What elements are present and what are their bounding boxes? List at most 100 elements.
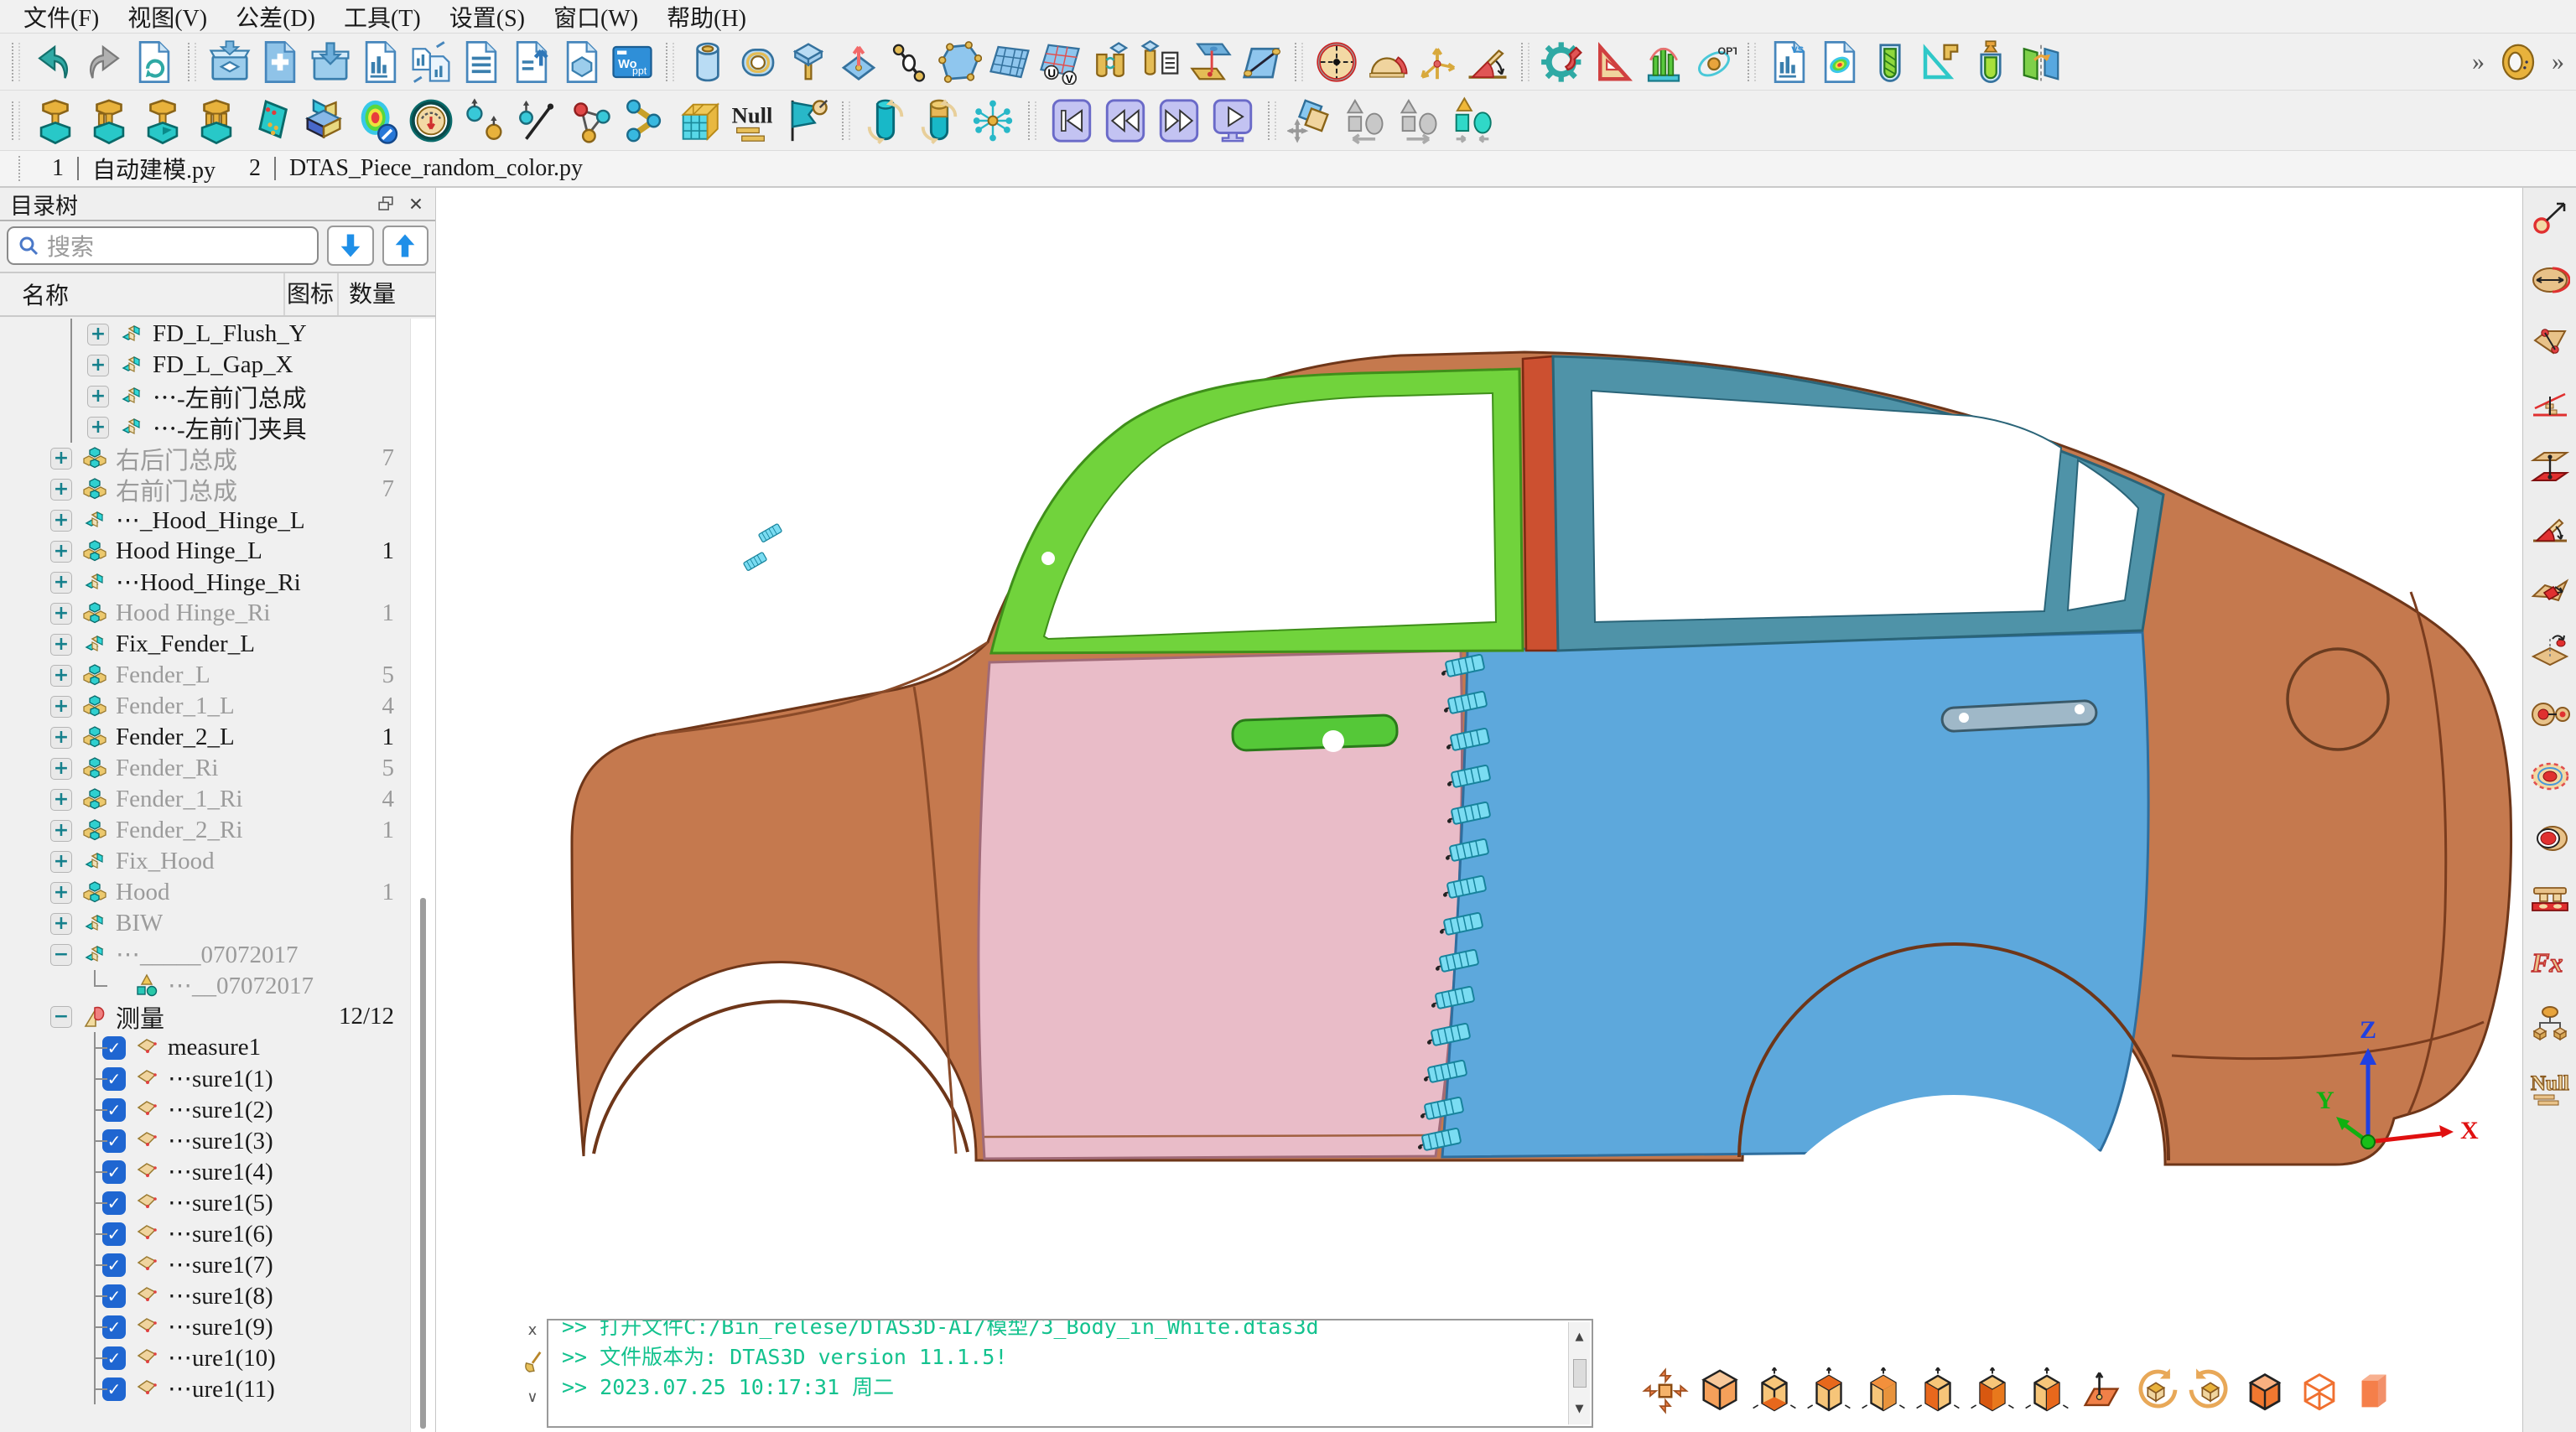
play-start-button[interactable]: [1047, 96, 1096, 145]
wireframe-view-button[interactable]: [2295, 1367, 2344, 1415]
polygon-points-button[interactable]: [937, 39, 982, 85]
capsule-rotate-teal-button[interactable]: [861, 96, 910, 145]
tree-row[interactable]: + BIW: [0, 908, 410, 939]
tree-row[interactable]: + Fender_2_L 1: [0, 722, 410, 753]
scroll-down-icon[interactable]: ▼: [1576, 1394, 1584, 1424]
visibility-checkbox[interactable]: ✓: [102, 1253, 126, 1277]
gear-wrench-button[interactable]: [1540, 39, 1586, 85]
tree-row[interactable]: ✓ ⋯ure1(11): [0, 1373, 410, 1404]
slot-feature-button[interactable]: [735, 39, 781, 85]
angle-wedge-button[interactable]: [1465, 39, 1510, 85]
normal-view-button[interactable]: [2077, 1367, 2126, 1415]
visibility-checkbox[interactable]: ✓: [102, 1284, 126, 1308]
bolt-double-button[interactable]: [85, 96, 133, 145]
tree-scrollbar[interactable]: [410, 319, 435, 1432]
rotate-ccw-button[interactable]: [2186, 1367, 2235, 1415]
tree-row[interactable]: + Fender_L 5: [0, 660, 410, 691]
scroll-up-icon[interactable]: ▲: [1576, 1322, 1584, 1352]
shaded-view-button[interactable]: [2241, 1367, 2289, 1415]
expand-toggle[interactable]: +: [87, 416, 109, 438]
car-body-model[interactable]: Z Y X: [461, 196, 2516, 1320]
visibility-checkbox[interactable]: ✓: [102, 1128, 126, 1153]
float-panel-icon[interactable]: [377, 195, 395, 213]
plane-point-measure-button[interactable]: [2530, 322, 2570, 362]
view-left-button[interactable]: [1914, 1367, 1962, 1415]
expand-toggle[interactable]: +: [50, 509, 72, 532]
null-measure-button[interactable]: Null: [2530, 1066, 2570, 1107]
visibility-checkbox[interactable]: ✓: [102, 1346, 126, 1370]
bolt-single-button[interactable]: [31, 96, 80, 145]
visibility-checkbox[interactable]: ✓: [102, 1035, 126, 1060]
block-assembly-button[interactable]: [299, 96, 348, 145]
expand-toggle[interactable]: +: [87, 385, 109, 407]
tree-row[interactable]: + 右后门总成 7: [0, 443, 410, 475]
report-document-button[interactable]: [358, 39, 403, 85]
search-input[interactable]: 搜索: [7, 226, 319, 265]
export-document-button[interactable]: [509, 39, 554, 85]
tree-row[interactable]: + ⋯Hood_Hinge_Ri: [0, 567, 410, 598]
menu-item-6[interactable]: 帮助(H): [657, 0, 756, 34]
tree-row[interactable]: ✓ ⋯sure1(4): [0, 1156, 410, 1187]
close-panel-icon[interactable]: [407, 195, 425, 213]
visibility-checkbox[interactable]: ✓: [102, 1160, 126, 1184]
hole-feature-button[interactable]: [685, 39, 730, 85]
menu-item-1[interactable]: 视图(V): [117, 0, 217, 34]
visibility-checkbox[interactable]: ✓: [102, 1222, 126, 1246]
tree-row[interactable]: + FD_L_Gap_X: [0, 350, 410, 381]
expand-toggle[interactable]: +: [50, 540, 72, 563]
pin-list-button[interactable]: [1138, 39, 1183, 85]
view-bottom-button[interactable]: [1750, 1367, 1799, 1415]
expand-toggle[interactable]: +: [87, 323, 109, 345]
corner-square-button[interactable]: [1918, 39, 1963, 85]
console-collapse-glyph[interactable]: ∨: [527, 1388, 538, 1406]
3d-viewport[interactable]: Z Y X x ∨ >> 打开文件C:/Bin_relese/DTAS3D-AI…: [436, 188, 2522, 1432]
plane-diagonal-button[interactable]: [1239, 39, 1284, 85]
concentric-measure-button[interactable]: [2530, 694, 2570, 734]
heatmap-report-button[interactable]: [1817, 39, 1862, 85]
expand-toggle[interactable]: +: [50, 788, 72, 811]
office-export-button[interactable]: Wo ppt: [610, 39, 655, 85]
expand-toggle[interactable]: +: [50, 602, 72, 625]
expand-toggle[interactable]: +: [50, 695, 72, 718]
new-document-button[interactable]: [257, 39, 303, 85]
tree-row[interactable]: ✓ ⋯sure1(9): [0, 1311, 410, 1342]
flat-view-button[interactable]: [2350, 1367, 2398, 1415]
tree-row[interactable]: ✓ ⋯sure1(5): [0, 1187, 410, 1218]
tree-row[interactable]: ✓ ⋯sure1(3): [0, 1125, 410, 1156]
axes-triad-button[interactable]: [1415, 39, 1460, 85]
expand-toggle[interactable]: +: [50, 819, 72, 842]
link-chevron-button[interactable]: [621, 96, 670, 145]
tree-row[interactable]: + Hood Hinge_Ri 1: [0, 598, 410, 629]
star-burst-button[interactable]: [969, 96, 1017, 145]
refresh-document-button[interactable]: [132, 39, 177, 85]
tree-row[interactable]: ✓ ⋯sure1(1): [0, 1063, 410, 1094]
tree-row[interactable]: ✓ ⋯ure1(10): [0, 1342, 410, 1373]
point-pair-button[interactable]: [460, 96, 509, 145]
console-scroll-thumb[interactable]: [1572, 1359, 1587, 1388]
menu-item-4[interactable]: 设置(S): [439, 0, 535, 34]
grid-cube-button[interactable]: [675, 96, 724, 145]
script-tab-1[interactable]: 1 自动建模.py: [35, 152, 232, 185]
pin-feature-button[interactable]: [786, 39, 831, 85]
uv-surface-button[interactable]: UV: [1037, 39, 1083, 85]
point-measure-button[interactable]: [2530, 198, 2570, 238]
tree-row[interactable]: − ⋯_____07072017: [0, 939, 410, 970]
redo-button[interactable]: [81, 39, 127, 85]
view-right-button[interactable]: [2023, 1367, 2071, 1415]
play-rewind-button[interactable]: [1101, 96, 1150, 145]
roundness-measure-button[interactable]: [2530, 818, 2570, 859]
view-front-button[interactable]: [1968, 1367, 2017, 1415]
open-model-button[interactable]: [207, 39, 252, 85]
expand-toggle[interactable]: +: [87, 354, 109, 376]
ellipse-measure-button[interactable]: [2530, 260, 2570, 300]
document-lines-button[interactable]: [459, 39, 504, 85]
torus-ring-button[interactable]: [2496, 39, 2541, 85]
document-cube-button[interactable]: [559, 39, 605, 85]
angle-measure-button[interactable]: [2530, 508, 2570, 548]
iso-view-button[interactable]: [1696, 1367, 1744, 1415]
plane-distance-measure-button[interactable]: [2530, 446, 2570, 486]
position-measure-button[interactable]: [2530, 756, 2570, 796]
tree-row[interactable]: − 测量 12/12: [0, 1001, 410, 1033]
node-triangle-button[interactable]: [568, 96, 616, 145]
fold-plane-button[interactable]: [2018, 39, 2064, 85]
